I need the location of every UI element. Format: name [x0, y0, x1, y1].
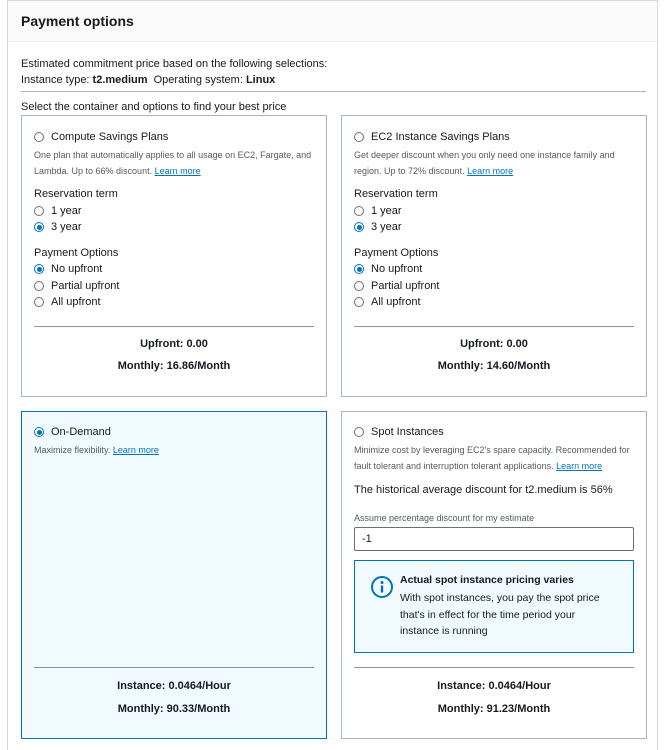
instance-type-value: t2.medium — [92, 74, 148, 86]
on-demand-description: Maximize flexibility. Learn more — [34, 445, 159, 455]
compute-partial-upfront-radio[interactable] — [34, 281, 44, 291]
ec2-price-divider — [354, 326, 634, 327]
spot-learn-more-link[interactable]: Learn more — [556, 461, 602, 471]
compute-savings-plans-title: Compute Savings Plans — [51, 131, 169, 143]
ec2-all-upfront[interactable]: All upfront — [354, 295, 421, 309]
spot-instances-card[interactable]: Spot Instances Minimize cost by leveragi… — [341, 411, 647, 739]
spot-discount-input-label: Assume percentage discount for my estima… — [354, 513, 535, 523]
ec2-savings-plans-description: Get deeper discount when you only need o… — [354, 150, 615, 176]
on-demand-radio[interactable] — [34, 427, 44, 437]
ec2-term-1-year[interactable]: 1 year — [354, 204, 402, 218]
compute-payment-label: Payment Options — [34, 247, 119, 259]
spot-info-title: Actual spot instance pricing varies — [400, 574, 574, 586]
compute-no-upfront-radio[interactable] — [34, 264, 44, 274]
spot-historical-discount: The historical average discount for t2.m… — [354, 484, 613, 496]
compute-term-label: Reservation term — [34, 188, 118, 200]
ec2-all-upfront-radio[interactable] — [354, 297, 364, 307]
compute-upfront-price: Upfront: 0.00 — [140, 338, 208, 350]
instance-type-label: Instance type: — [21, 74, 93, 86]
on-demand-card[interactable]: On-Demand Maximize flexibility. Learn mo… — [21, 411, 327, 739]
ec2-term-3-year-radio[interactable] — [354, 222, 364, 232]
ec2-no-upfront[interactable]: No upfront — [354, 262, 422, 276]
ec2-savings-plans-radio-row[interactable]: EC2 Instance Savings Plans — [354, 130, 510, 144]
divider — [21, 91, 646, 92]
select-instruction: Select the container and options to find… — [21, 101, 287, 113]
os-value: Linux — [245, 74, 276, 86]
compute-all-upfront[interactable]: All upfront — [34, 295, 101, 309]
compute-partial-upfront[interactable]: Partial upfront — [34, 279, 119, 293]
ec2-savings-plans-radio[interactable] — [354, 132, 364, 142]
on-demand-learn-more-link[interactable]: Learn more — [113, 445, 159, 455]
on-demand-monthly-price: Monthly: 90.33/Month — [117, 703, 231, 715]
ec2-partial-upfront[interactable]: Partial upfront — [354, 279, 439, 293]
payment-options-panel: Payment options Estimated commitment pri… — [7, 0, 658, 750]
compute-savings-plans-radio[interactable] — [34, 132, 44, 142]
spot-instances-description: Minimize cost by leveraging EC2's spare … — [354, 445, 630, 471]
ec2-savings-plans-card[interactable]: EC2 Instance Savings Plans Get deeper di… — [341, 115, 647, 397]
on-demand-price-divider — [34, 667, 314, 668]
compute-savings-plans-radio-row[interactable]: Compute Savings Plans — [34, 130, 168, 144]
compute-term-3-year[interactable]: 3 year — [34, 220, 82, 234]
ec2-savings-plans-title: EC2 Instance Savings Plans — [371, 131, 510, 143]
spot-info-body: With spot instances, you pay the spot pr… — [400, 592, 600, 637]
ec2-partial-upfront-radio[interactable] — [354, 281, 364, 291]
compute-monthly-price: Monthly: 16.86/Month — [117, 360, 231, 372]
panel-title: Payment options — [21, 13, 134, 29]
panel-header: Payment options — [8, 1, 657, 42]
ec2-term-1-year-radio[interactable] — [354, 206, 364, 216]
spot-monthly-price: Monthly: 91.23/Month — [437, 703, 551, 715]
spot-instances-title: Spot Instances — [371, 426, 444, 438]
ec2-term-3-year[interactable]: 3 year — [354, 220, 402, 234]
compute-savings-plans-card[interactable]: Compute Savings Plans One plan that auto… — [21, 115, 327, 397]
compute-term-1-year[interactable]: 1 year — [34, 204, 82, 218]
compute-learn-more-link[interactable]: Learn more — [155, 166, 201, 176]
on-demand-radio-row[interactable]: On-Demand — [34, 425, 111, 439]
selection-summary: Estimated commitment price based on the … — [21, 56, 327, 88]
ec2-term-label: Reservation term — [354, 188, 438, 200]
compute-all-upfront-radio[interactable] — [34, 297, 44, 307]
ec2-learn-more-link[interactable]: Learn more — [467, 166, 513, 176]
spot-pricing-info-alert: Actual spot instance pricing varies With… — [354, 560, 634, 653]
ec2-no-upfront-radio[interactable] — [354, 264, 364, 274]
on-demand-title: On-Demand — [51, 426, 111, 438]
spot-price-divider — [354, 667, 634, 668]
on-demand-instance-price: Instance: 0.0464/Hour — [117, 680, 231, 692]
compute-no-upfront[interactable]: No upfront — [34, 262, 102, 276]
info-circle-icon — [371, 576, 393, 598]
compute-price-divider — [34, 326, 314, 327]
compute-savings-plans-description: One plan that automatically applies to a… — [34, 150, 312, 176]
ec2-upfront-price: Upfront: 0.00 — [460, 338, 528, 350]
spot-discount-input[interactable] — [354, 527, 634, 551]
os-label: Operating system: — [153, 74, 246, 86]
compute-term-3-year-radio[interactable] — [34, 222, 44, 232]
summary-selection: Instance type: t2.medium Operating syste… — [21, 72, 327, 88]
spot-instance-price: Instance: 0.0464/Hour — [437, 680, 551, 692]
spot-instances-radio-row[interactable]: Spot Instances — [354, 425, 444, 439]
compute-term-1-year-radio[interactable] — [34, 206, 44, 216]
ec2-monthly-price: Monthly: 14.60/Month — [437, 360, 551, 372]
ec2-payment-label: Payment Options — [354, 247, 439, 259]
spot-instances-radio[interactable] — [354, 427, 364, 437]
summary-intro: Estimated commitment price based on the … — [21, 58, 328, 70]
